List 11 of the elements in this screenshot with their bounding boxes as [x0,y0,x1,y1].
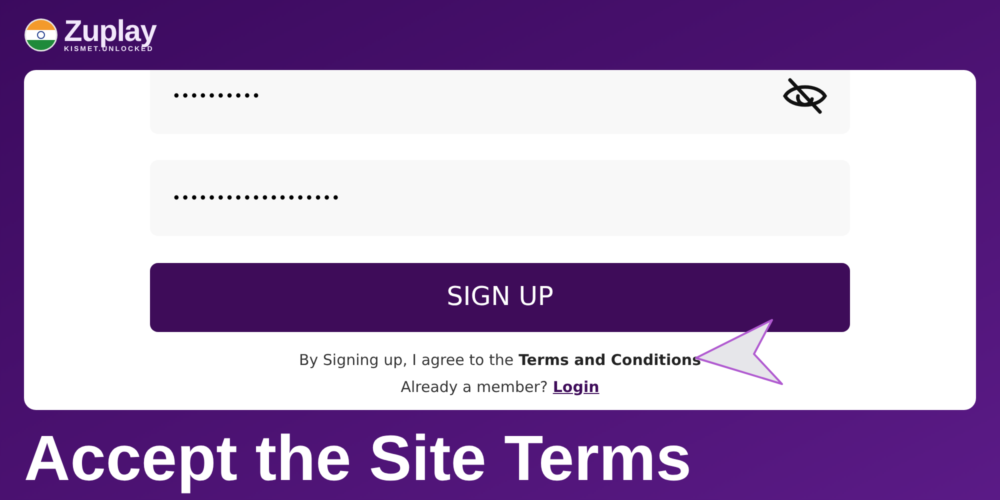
sign-up-button[interactable]: SIGN UP [150,263,850,332]
eye-slash-icon[interactable] [782,76,828,116]
password-field[interactable]: •••••••••• [150,70,850,134]
terms-link[interactable]: Terms and Conditions [518,349,702,372]
login-link[interactable]: Login [552,376,600,398]
caption-heading: Accept the Site Terms [24,421,692,496]
agreement-text: By Signing up, I agree to the [298,350,514,371]
india-flag-icon [24,18,58,52]
logo-wordmark: Zuplay [64,18,156,46]
member-text: Already a member? [400,376,548,398]
password-field[interactable]: ••••••••••••••••••• [150,160,850,236]
